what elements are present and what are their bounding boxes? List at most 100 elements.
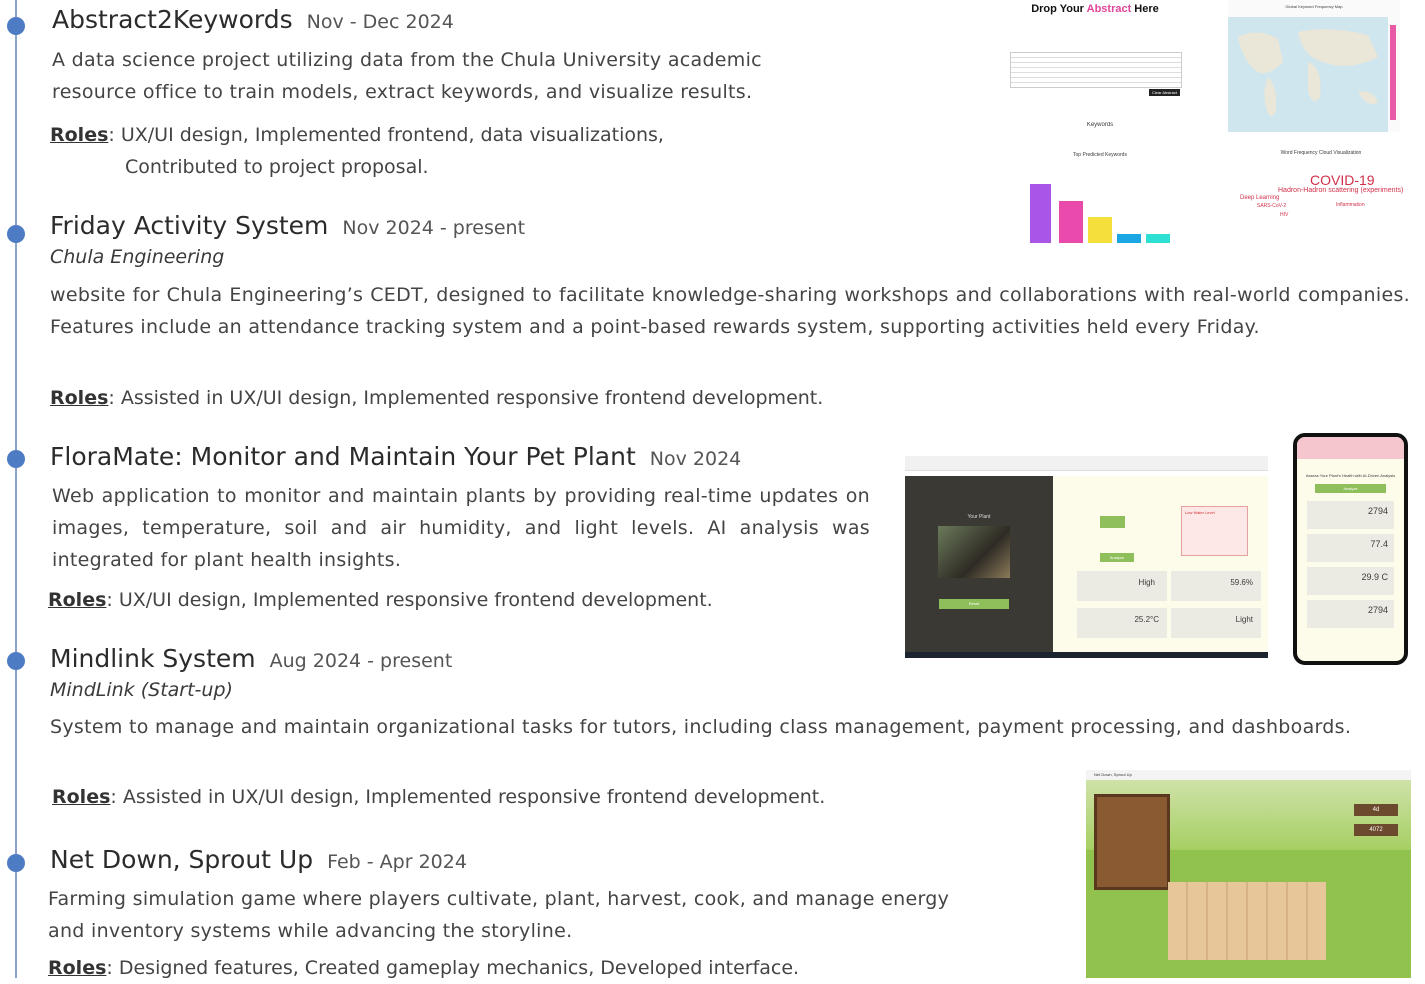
light-card: Light [1171,608,1261,638]
project-title: FloraMate: Monitor and Maintain Your Pet… [50,442,741,471]
phone-metric-card: 2794 [1307,501,1394,529]
roles-text: : Assisted in UX/UI design, Implemented … [108,387,824,409]
project-roles: Roles: Assisted in UX/UI design, Impleme… [52,781,1052,813]
cloud-word: HIV [1280,212,1289,218]
a2k-heading-highlight: Abstract [1086,3,1132,15]
phone-analyze-button: Analyze [1315,484,1386,493]
money-counter: 4072 [1354,824,1398,836]
taskbar [905,652,1268,658]
roles-text: : Designed features, Created gameplay me… [106,957,800,979]
analyze-button: Analyze [1100,553,1134,562]
project-description: Web application to monitor and maintain … [52,485,870,571]
bar [1117,234,1141,243]
phone-metric-card: 29.9 C [1307,567,1394,595]
cloud-word: COVID-19 [1310,172,1375,188]
game-house [1094,794,1170,890]
project-name: Abstract2Keywords [52,5,293,34]
timeline-dot [7,17,25,35]
farm-plot-grid [1168,882,1326,960]
cloud-word: SARS-CoV-2 [1257,203,1287,209]
project-name: Friday Activity System [50,211,329,240]
a2k-heading-text: Here [1131,3,1159,15]
project-description: System to manage and maintain organizati… [50,716,1352,738]
project-title: Friday Activity System Nov 2024 - present [50,211,525,240]
a2k-heading-text: Drop Your [1031,3,1087,15]
roles-text: : UX/UI design, Implemented frontend, da… [108,124,664,146]
metric-value: 2794 [1367,605,1388,615]
bar-chart-title: Top Predicted Keywords [1073,152,1127,158]
phone-heading: Assess Your Plant's Health with AI-Drive… [1305,473,1396,478]
timeline-dot [7,854,25,872]
floramate-phone-screenshot: Assess Your Plant's Health with AI-Drive… [1293,433,1408,665]
project-name: FloraMate: Monitor and Maintain Your Pet… [50,442,636,471]
project-title: Abstract2Keywords Nov - Dec 2024 [52,5,454,34]
phone-header [1297,437,1404,459]
roles-label: Roles [48,957,107,979]
floramate-desktop-screenshot: Your Plant Reset Low Water Level Analyze… [905,456,1268,658]
project-title: Net Down, Sprout Up Feb - Apr 2024 [50,845,467,874]
reset-button: Reset [939,599,1009,609]
project-date: Aug 2024 - present [269,650,453,672]
air-humidity-value: 59.6% [1230,578,1253,587]
a2k-heading: Drop Your Abstract Here [1005,3,1185,15]
project-roles: Roles: Assisted in UX/UI design, Impleme… [50,382,1050,414]
soil-humidity-value: High [1138,578,1155,587]
dashboard-panel: Low Water Level Analyze High 59.6% 25.2°… [1053,476,1268,652]
keywords-label: Keywords [1086,122,1114,128]
metric-value: 29.9 C [1361,572,1388,582]
cloud-title: Word Frequency Cloud Visualization [1280,150,1362,156]
timeline-line [15,0,17,978]
cloud-word: Deep Learning [1240,195,1280,201]
project-name: Mindlink System [50,644,256,673]
project-date: Nov 2024 - present [342,217,526,239]
phone-metric-card: 2794 [1307,600,1394,628]
project-description: website for Chula Engineering’s CEDT, de… [50,284,1410,338]
bar [1059,201,1083,243]
bar [1146,234,1170,243]
timeline-dot [7,652,25,670]
a2k-wordcloud-screenshot: Word Frequency Cloud Visualization COVID… [1232,150,1410,240]
temperature-card: 25.2°C [1077,608,1167,638]
project-date: Feb - Apr 2024 [327,851,467,873]
metric-value: 77.4 [1370,539,1388,549]
your-plant-label: Your Plant [967,514,991,520]
project-roles: Roles: UX/UI design, Implemented respons… [48,584,888,616]
clear-abstract-button: Clear Abstract [1148,89,1180,96]
roles-text: : UX/UI design, Implemented responsive f… [106,589,713,611]
soil-humidity-card: High [1077,571,1167,601]
bar [1088,217,1112,243]
abstract-textarea [1010,52,1182,88]
roles-text: : Assisted in UX/UI design, Implemented … [110,786,826,808]
cloud-word: Inflammation [1336,202,1365,208]
project-roles: Roles: UX/UI design, Implemented fronten… [50,119,950,183]
day-counter: 4d [1354,804,1398,816]
plant-panel: Your Plant Reset [905,476,1053,652]
roles-label: Roles [52,786,111,808]
a2k-bar-chart-screenshot: Keywords Top Predicted Keywords [1015,122,1185,247]
browser-toolbar [905,456,1268,471]
roles-text: Contributed to project proposal. [125,156,429,178]
game-window-title: Net Down, Sprout Up [1086,770,1411,780]
phone-metric-card: 77.4 [1307,534,1394,562]
cloud-word: Hadron-Hadron scattering (experiments) [1278,187,1404,194]
bar [1030,184,1051,243]
light-value: Light [1235,615,1253,624]
roles-label: Roles [50,124,109,146]
map-title: Global Keyword Frequency Map [1285,4,1343,9]
a2k-map-screenshot: Global Keyword Frequency Map [1228,0,1400,132]
project-name: Net Down, Sprout Up [50,845,314,874]
world-map-icon [1228,17,1396,132]
project-date: Nov 2024 [649,448,742,470]
roles-label: Roles [48,589,107,611]
project-description: Farming simulation game where players cu… [48,888,950,942]
project-org: Chula Engineering [50,246,225,268]
project-date: Nov - Dec 2024 [306,11,454,33]
project-roles: Roles: Designed features, Created gamepl… [48,952,1048,984]
temperature-value: 25.2°C [1134,615,1159,624]
low-water-alert: Low Water Level [1181,506,1248,556]
timeline-dot [7,225,25,243]
project-org: MindLink (Start-up) [50,679,233,701]
timeline-dot [7,450,25,468]
project-title: Mindlink System Aug 2024 - present [50,644,452,673]
a2k-input-screenshot: Drop Your Abstract Here Clear Abstract [1005,0,1185,100]
